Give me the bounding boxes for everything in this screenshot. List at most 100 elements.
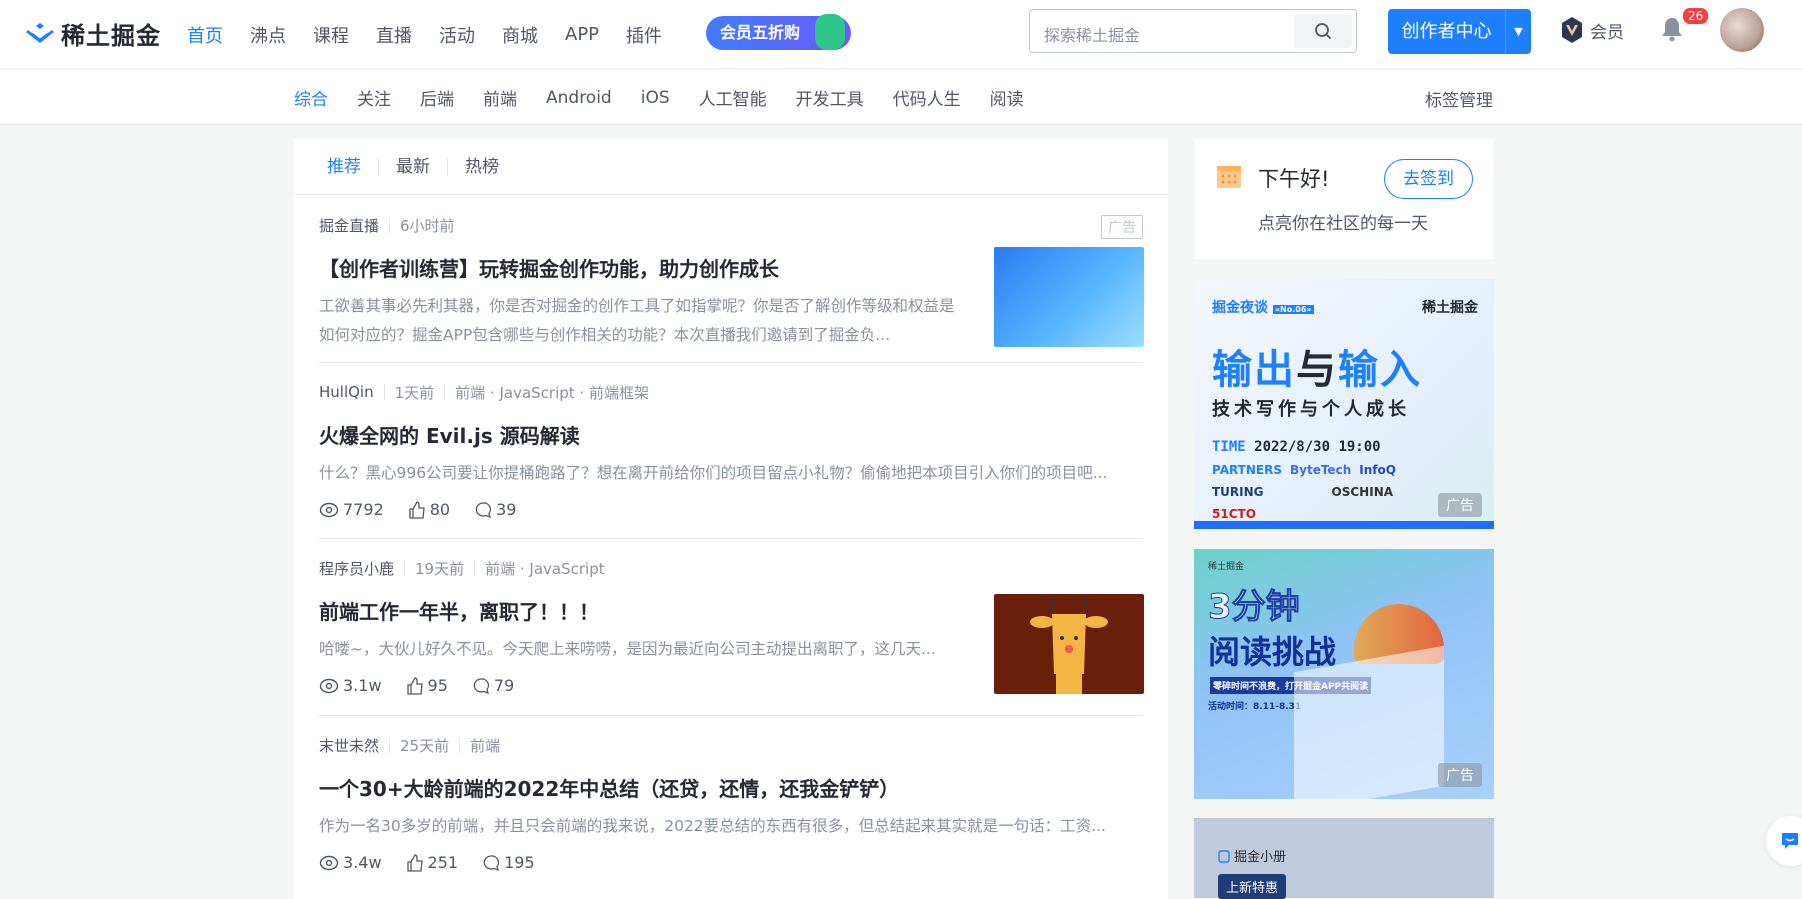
nav-store[interactable]: 商城 <box>502 22 538 48</box>
category-code-life[interactable]: 代码人生 <box>893 85 961 110</box>
creator-center-button[interactable]: 创作者中心▼ <box>1388 9 1531 54</box>
views: 7792 <box>319 500 384 519</box>
comments[interactable]: 39 <box>474 500 516 519</box>
partner-logo: ByteTech <box>1290 463 1351 477</box>
article-title[interactable]: 火爆全网的 Evil.js 源码解读 <box>319 420 1143 449</box>
nav-events[interactable]: 活动 <box>439 22 475 48</box>
article-time: 25天前 <box>400 735 449 756</box>
vip-link[interactable]: 会员 <box>1560 16 1624 44</box>
divider <box>319 362 1143 363</box>
article-thumbnail[interactable] <box>994 247 1144 347</box>
calendar-icon <box>1216 163 1242 189</box>
ad-subtitle: 技术写作与个人成长 <box>1212 395 1410 421</box>
article-author[interactable]: HullQin <box>319 383 374 401</box>
tag-management-link[interactable]: 标签管理 <box>1425 86 1493 111</box>
article-author[interactable]: 末世未然 <box>319 735 379 756</box>
article-author[interactable]: 掘金直播 <box>319 215 379 236</box>
likes[interactable]: 80 <box>408 500 450 519</box>
article-title[interactable]: 一个30+大龄前端的2022年中总结（还贷，还情，还我金铲铲） <box>319 773 1143 802</box>
category-all[interactable]: 综合 <box>294 85 328 110</box>
comment-count: 39 <box>496 500 516 519</box>
comment-count: 79 <box>494 676 514 695</box>
view-count: 3.1w <box>343 676 382 695</box>
ad-brand: 稀土掘金 <box>1422 297 1478 317</box>
nav-home[interactable]: 首页 <box>187 22 223 48</box>
user-avatar[interactable] <box>1720 8 1764 52</box>
nav-courses[interactable]: 课程 <box>313 22 349 48</box>
ad-label: 广告 <box>1438 763 1482 787</box>
article-abstract: 工欲善其事必先利其器，你是否对掘金的创作工具了如指掌呢？你是否了解创作等级和权益… <box>319 292 959 350</box>
ad-issue: «No.06» <box>1273 305 1314 314</box>
ad-time-label: TIME <box>1212 439 1246 455</box>
mascot-icon <box>815 14 845 50</box>
views: 3.4w <box>319 853 382 872</box>
comments[interactable]: 79 <box>472 676 514 695</box>
feedback-button[interactable] <box>1766 816 1802 866</box>
article-feed: 推荐 最新 热榜 掘金直播6小时前 广告 【创作者训练营】玩转掘金创作功能，助力… <box>294 139 1168 899</box>
tab-hot[interactable]: 热榜 <box>447 158 516 176</box>
ad-badge: 广告 <box>1101 215 1143 239</box>
ad-line2: 阅读挑战 <box>1208 627 1336 673</box>
booklet-icon <box>1218 849 1230 863</box>
category-backend[interactable]: 后端 <box>420 85 454 110</box>
vip-label: 会员 <box>1590 18 1624 43</box>
partner-logo: InfoQ <box>1359 463 1396 477</box>
article-abstract: 哈喽~，大伙儿好久不见。今天爬上来唠唠，是因为最近向公司主动提出离职了，这几天.… <box>319 635 964 664</box>
partner-logo: OSCHINA <box>1332 485 1394 499</box>
search-icon <box>1314 22 1332 40</box>
nav-live[interactable]: 直播 <box>376 22 412 48</box>
view-count: 3.4w <box>343 853 382 872</box>
ad-title-part: 输出 <box>1212 347 1296 393</box>
tab-recommended[interactable]: 推荐 <box>327 158 378 176</box>
category-frontend[interactable]: 前端 <box>483 85 517 110</box>
category-reading[interactable]: 阅读 <box>990 85 1024 110</box>
category-ios[interactable]: iOS <box>641 88 670 108</box>
nav-pins[interactable]: 沸点 <box>250 22 286 48</box>
article-thumbnail[interactable] <box>994 594 1144 694</box>
partner-logo: 51CTO <box>1212 507 1256 521</box>
ad-banner-night-talk[interactable]: 掘金夜谈 «No.06» 稀土掘金 输出与输入 技术写作与个人成长 TIME 2… <box>1194 279 1494 529</box>
ad-series: 掘金夜谈 <box>1212 300 1268 316</box>
comments[interactable]: 195 <box>482 853 535 872</box>
signin-button[interactable]: 去签到 <box>1384 159 1473 199</box>
article-item[interactable]: HullQin1天前前端 · JavaScript · 前端框架 火爆全网的 E… <box>319 382 1143 519</box>
thumbs-up-icon <box>408 501 426 519</box>
like-count: 80 <box>430 500 450 519</box>
chat-icon <box>1780 831 1800 851</box>
top-header: 稀土掘金 首页 沸点 课程 直播 活动 商城 APP 插件 会员五折购 探索稀土… <box>0 0 1802 69</box>
nav-app[interactable]: APP <box>565 24 599 45</box>
ad-brand: 稀土掘金 <box>1208 559 1244 572</box>
caret-down-icon[interactable]: ▼ <box>1506 25 1531 38</box>
article-tags[interactable]: 前端 · JavaScript · 前端框架 <box>455 382 649 403</box>
ad-period: 活动时间：8.11-8.31 <box>1208 699 1301 712</box>
ad-label: 广告 <box>1438 493 1482 517</box>
likes[interactable]: 95 <box>406 676 448 695</box>
article-time: 6小时前 <box>400 215 455 236</box>
bell-icon[interactable] <box>1660 16 1684 42</box>
article-tags[interactable]: 前端 · JavaScript <box>485 558 605 579</box>
likes[interactable]: 251 <box>406 853 459 872</box>
article-author[interactable]: 程序员小鹿 <box>319 558 394 579</box>
category-android[interactable]: Android <box>546 88 612 108</box>
category-devtools[interactable]: 开发工具 <box>796 85 864 110</box>
creator-label: 创作者中心 <box>1388 9 1506 54</box>
views: 3.1w <box>319 676 382 695</box>
comment-count: 195 <box>504 853 535 872</box>
comment-icon <box>482 854 500 872</box>
logo[interactable]: 稀土掘金 <box>25 16 161 51</box>
nav-plugins[interactable]: 插件 <box>626 22 662 48</box>
search-input[interactable]: 探索稀土掘金 <box>1029 9 1357 53</box>
vip-promo-banner[interactable]: 会员五折购 <box>706 16 851 50</box>
booklet-card[interactable]: 掘金小册 上新特惠 <box>1194 818 1494 898</box>
tab-latest[interactable]: 最新 <box>378 158 447 176</box>
divider <box>319 538 1143 539</box>
category-ai[interactable]: 人工智能 <box>699 85 767 110</box>
article-item[interactable]: 末世未然 25天前前端 一个30+大龄前端的2022年中总结（还贷，还情，还我金铲… <box>319 735 1143 872</box>
article-tags[interactable]: 前端 <box>470 735 500 756</box>
category-following[interactable]: 关注 <box>357 85 391 110</box>
eye-icon <box>319 502 339 518</box>
thumbs-up-icon <box>406 854 424 872</box>
ad-banner-reading-challenge[interactable]: 稀土掘金 3分钟 阅读挑战 零碎时间不浪费，打开掘金APP共阅读 活动时间：8.… <box>1194 549 1494 799</box>
article-abstract: 什么？黑心996公司要让你提桶跑路了？想在离开前给你们的项目留点小礼物？偷偷地把… <box>319 459 1143 488</box>
search-button[interactable] <box>1294 14 1352 48</box>
